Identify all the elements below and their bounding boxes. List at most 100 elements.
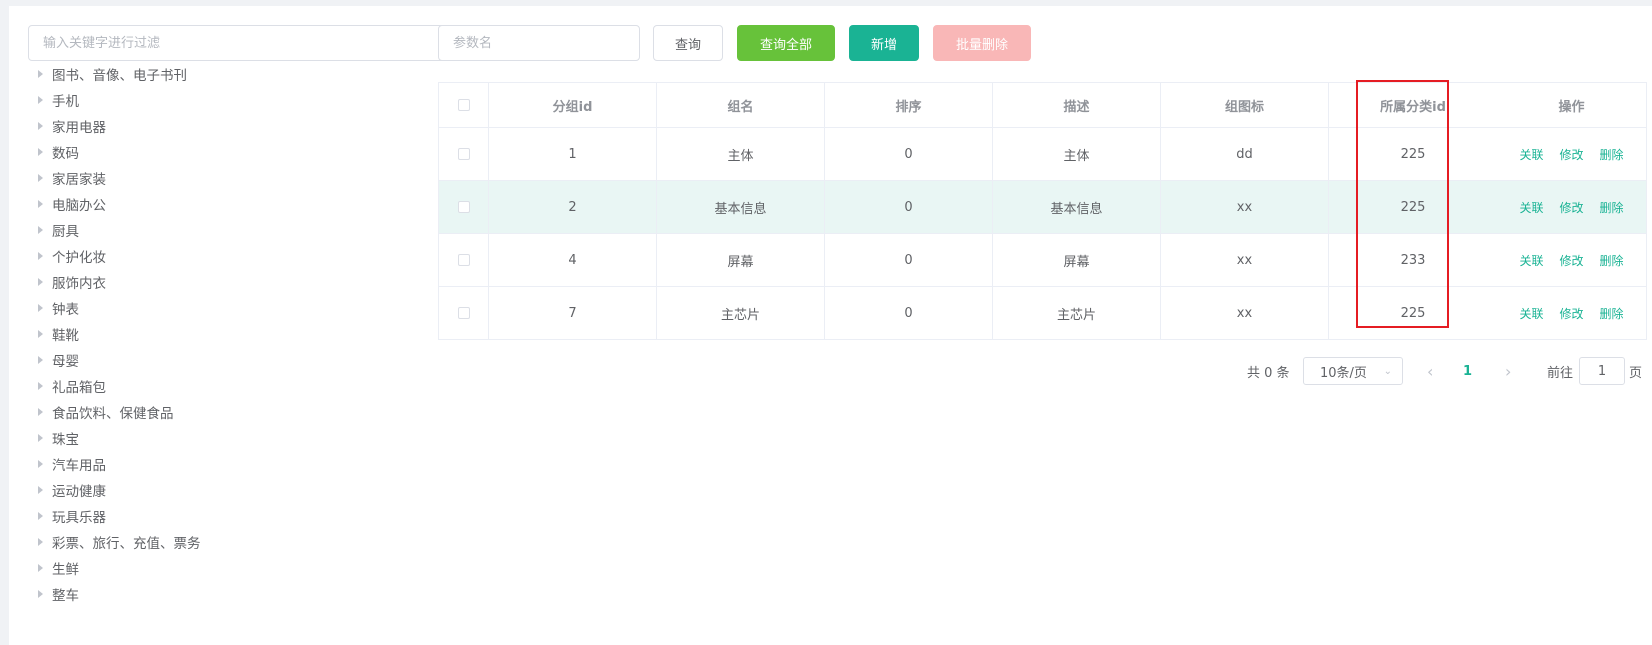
cell-icon: xx (1161, 234, 1329, 286)
caret-right-icon[interactable] (38, 460, 43, 468)
tree-node[interactable]: 珠宝 (30, 425, 430, 451)
tree-node[interactable]: 生鲜 (30, 555, 430, 581)
tree-node[interactable]: 汽车用品 (30, 451, 430, 477)
caret-right-icon[interactable] (38, 538, 43, 546)
page-size-value: 10条/页 (1320, 365, 1367, 381)
relate-link[interactable]: 关联 (1519, 146, 1543, 163)
select-all-checkbox[interactable] (457, 99, 470, 111)
tree-node[interactable]: 母婴 (30, 347, 430, 373)
tree-node-label: 家用电器 (52, 120, 106, 136)
tree-node-label: 图书、音像、电子书刊 (52, 68, 187, 84)
tree-node-label: 电脑办公 (52, 198, 106, 214)
caret-right-icon[interactable] (38, 304, 43, 312)
page-number-current[interactable]: 1 (1463, 357, 1472, 385)
delete-link[interactable]: 删除 (1600, 305, 1624, 322)
tree-node[interactable]: 运动健康 (30, 477, 430, 503)
tree-node-label: 整车 (52, 588, 79, 604)
row-select-cell (439, 128, 489, 180)
tree-node[interactable]: 玩具乐器 (30, 503, 430, 529)
delete-link[interactable]: 删除 (1600, 146, 1624, 163)
chevron-down-icon: ⌄ (1383, 365, 1392, 377)
caret-right-icon[interactable] (38, 486, 43, 494)
tree-node[interactable]: 鞋靴 (30, 321, 430, 347)
cell-catelog-id: 225 (1400, 305, 1426, 321)
tree-node-label: 家居家装 (52, 172, 106, 188)
cell-sort: 0 (825, 128, 993, 180)
header-sort: 排序 (825, 83, 993, 127)
relate-link[interactable]: 关联 (1519, 305, 1543, 322)
cell-catelog-id: 225 (1400, 199, 1426, 215)
pagination-total: 共 0 条 (1247, 365, 1290, 381)
edit-link[interactable]: 修改 (1559, 252, 1583, 269)
tree-node-label: 运动健康 (52, 484, 106, 500)
row-select-cell (439, 181, 489, 233)
batch-delete-button[interactable]: 批量删除 (933, 25, 1031, 61)
tree-node[interactable]: 电脑办公 (30, 191, 430, 217)
row-checkbox[interactable] (457, 307, 470, 319)
delete-link[interactable]: 删除 (1600, 199, 1624, 216)
caret-right-icon[interactable] (38, 382, 43, 390)
edit-link[interactable]: 修改 (1559, 305, 1583, 322)
tree-node[interactable]: 彩票、旅行、充值、票务 (30, 529, 430, 555)
relate-link[interactable]: 关联 (1519, 199, 1543, 216)
tree-node-label: 母婴 (52, 354, 79, 370)
tree-node[interactable]: 食品饮料、保健食品 (30, 399, 430, 425)
row-select-cell (439, 287, 489, 339)
tree-filter-input[interactable] (28, 25, 446, 61)
cell-desc: 屏幕 (993, 234, 1161, 286)
delete-link[interactable]: 删除 (1600, 252, 1624, 269)
cell-actions: 关联 修改 删除 (1497, 128, 1647, 180)
caret-right-icon[interactable] (38, 512, 43, 520)
cell-icon: dd (1161, 128, 1329, 180)
caret-right-icon[interactable] (38, 564, 43, 572)
caret-right-icon[interactable] (38, 434, 43, 442)
cell-actions: 关联 修改 删除 (1497, 287, 1647, 339)
table-row: 1 主体 0 主体 dd 225 关联 修改 删除 (439, 128, 1647, 181)
tree-node[interactable]: 数码 (30, 139, 430, 165)
tree-node[interactable]: 家用电器 (30, 113, 430, 139)
caret-right-icon[interactable] (38, 590, 43, 598)
caret-right-icon[interactable] (38, 200, 43, 208)
caret-right-icon[interactable] (38, 148, 43, 156)
relate-link[interactable]: 关联 (1519, 252, 1543, 269)
tree-node-label: 厨具 (52, 224, 79, 240)
caret-right-icon[interactable] (38, 252, 43, 260)
tree-node[interactable]: 个护化妆 (30, 243, 430, 269)
tree-node[interactable]: 钟表 (30, 295, 430, 321)
tree-node[interactable]: 整车 (30, 581, 430, 607)
caret-right-icon[interactable] (38, 408, 43, 416)
query-all-button[interactable]: 查询全部 (737, 25, 835, 61)
table-row: 4 屏幕 0 屏幕 xx 233 关联 修改 删除 (439, 234, 1647, 287)
cell-group-name: 主芯片 (657, 287, 825, 339)
caret-right-icon[interactable] (38, 96, 43, 104)
tree-node-label: 彩票、旅行、充值、票务 (52, 536, 201, 552)
add-button[interactable]: 新增 (849, 25, 919, 61)
caret-right-icon[interactable] (38, 122, 43, 130)
next-page-icon[interactable]: › (1505, 357, 1511, 385)
prev-page-icon[interactable]: ‹ (1427, 357, 1433, 385)
cell-group-name: 屏幕 (657, 234, 825, 286)
row-checkbox[interactable] (457, 201, 470, 213)
row-checkbox[interactable] (457, 148, 470, 160)
param-name-input[interactable] (438, 25, 640, 61)
cell-group-name: 基本信息 (657, 181, 825, 233)
page-size-select[interactable]: 10条/页 ⌄ (1303, 357, 1403, 385)
caret-right-icon[interactable] (38, 278, 43, 286)
row-checkbox[interactable] (457, 254, 470, 266)
tree-node[interactable]: 图书、音像、电子书刊 (30, 61, 430, 87)
tree-node[interactable]: 服饰内衣 (30, 269, 430, 295)
caret-right-icon[interactable] (38, 356, 43, 364)
cell-group-id: 2 (489, 181, 657, 233)
caret-right-icon[interactable] (38, 70, 43, 78)
tree-node[interactable]: 礼品箱包 (30, 373, 430, 399)
tree-node[interactable]: 手机 (30, 87, 430, 113)
tree-node[interactable]: 厨具 (30, 217, 430, 243)
caret-right-icon[interactable] (38, 226, 43, 234)
edit-link[interactable]: 修改 (1559, 146, 1583, 163)
caret-right-icon[interactable] (38, 330, 43, 338)
query-button[interactable]: 查询 (653, 25, 723, 61)
edit-link[interactable]: 修改 (1559, 199, 1583, 216)
goto-page-input[interactable] (1579, 357, 1625, 385)
caret-right-icon[interactable] (38, 174, 43, 182)
tree-node[interactable]: 家居家装 (30, 165, 430, 191)
